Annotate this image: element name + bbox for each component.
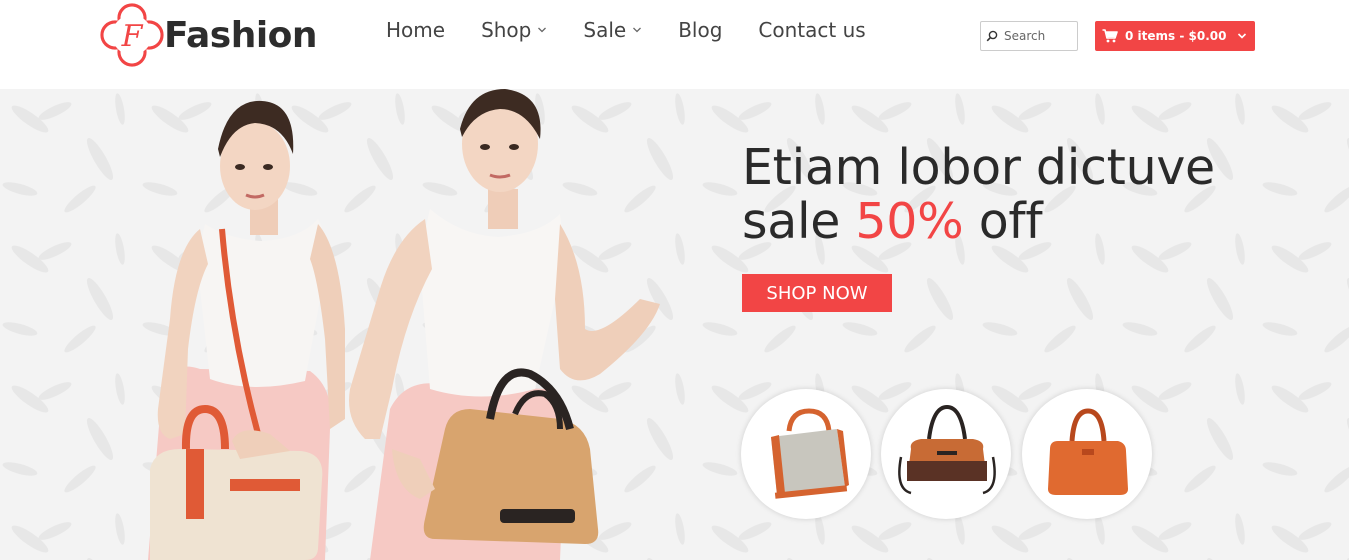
nav-label[interactable]: Sale xyxy=(583,18,626,42)
shoulder-bag-icon xyxy=(898,404,996,495)
model-right xyxy=(349,89,660,560)
nav-item-contact[interactable]: Contact us xyxy=(758,18,865,42)
nav-item-shop[interactable]: Shop xyxy=(481,18,547,42)
logo-flower-icon: F xyxy=(100,3,164,67)
handbag-icon xyxy=(771,408,849,499)
search-input[interactable] xyxy=(1004,29,1070,43)
chevron-down-icon[interactable] xyxy=(1237,32,1247,40)
nav-label[interactable]: Home xyxy=(386,18,445,42)
cart-button[interactable]: 0 items - $0.00 xyxy=(1095,21,1255,51)
nav-label[interactable]: Contact us xyxy=(758,18,865,42)
cart-icon xyxy=(1102,29,1118,43)
nav-item-blog[interactable]: Blog xyxy=(678,18,722,42)
site-header: F Fashion Home Shop Sale Blog Contact us xyxy=(0,0,1349,89)
hero-banner: Etiam lobor dictuve sale 50% off SHOP NO… xyxy=(0,89,1349,560)
logo-letter: F xyxy=(121,19,144,54)
headline-discount: 50% xyxy=(855,193,964,250)
product-thumbnail-orange-tote-bag[interactable] xyxy=(1022,389,1152,519)
logo[interactable]: F Fashion xyxy=(96,0,318,70)
nav-item-sale[interactable]: Sale xyxy=(583,18,642,42)
models-with-handbags-illustration xyxy=(148,89,660,560)
headline-line-2-suffix: off xyxy=(963,193,1043,250)
product-thumbnail-brown-shoulder-bag[interactable] xyxy=(881,389,1011,519)
main-nav: Home Shop Sale Blog Contact us xyxy=(386,18,902,42)
nav-item-home[interactable]: Home xyxy=(386,18,445,42)
nav-label[interactable]: Blog xyxy=(678,18,722,42)
tote-bag-icon xyxy=(1048,408,1128,495)
logo-text[interactable]: Fashion xyxy=(164,15,318,56)
headline-line-2-prefix: sale xyxy=(742,193,856,250)
product-thumbnail-grey-orange-handbag[interactable] xyxy=(741,389,871,519)
search-icon xyxy=(986,30,998,42)
headline-line-1: Etiam lobor dictuve xyxy=(742,139,1215,196)
model-left xyxy=(148,100,345,560)
hero-headline: Etiam lobor dictuve sale 50% off xyxy=(742,141,1215,249)
chevron-down-icon xyxy=(633,27,642,33)
cart-summary[interactable]: 0 items - $0.00 xyxy=(1125,29,1226,43)
chevron-down-icon xyxy=(538,27,547,33)
shop-now-button[interactable]: SHOP NOW xyxy=(742,274,892,312)
search-box[interactable] xyxy=(980,21,1078,51)
nav-label[interactable]: Shop xyxy=(481,18,531,42)
